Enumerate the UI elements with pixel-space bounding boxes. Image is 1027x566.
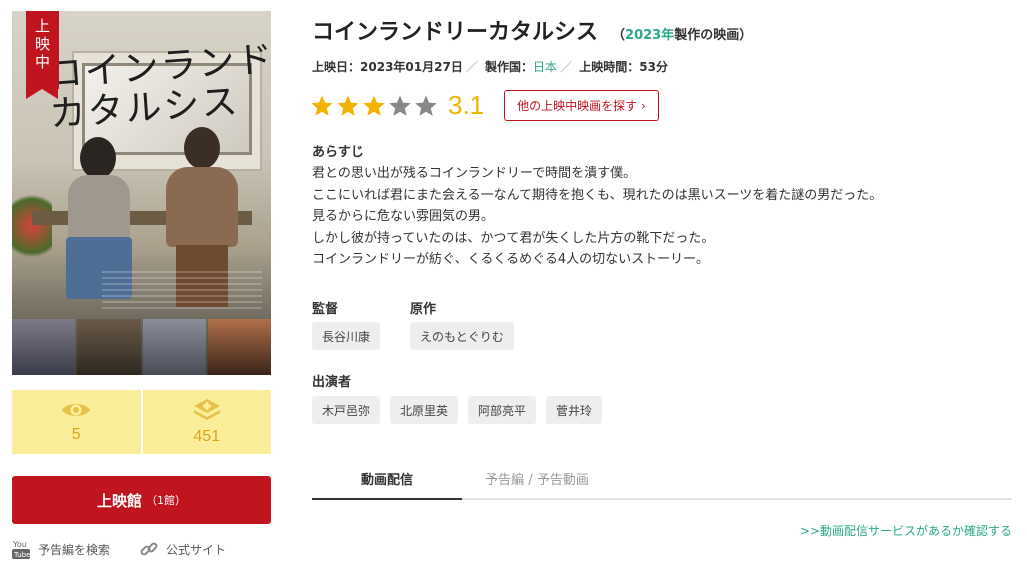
runtime-value: 53分: [639, 60, 668, 74]
star-filled-icon: [363, 95, 385, 116]
synopsis-line: しかし彼が持っていたのは、かつて君が失くした片方の靴下だった。: [312, 230, 715, 246]
theaters-button[interactable]: 上映館 （1館）: [12, 476, 271, 524]
tab-trailer[interactable]: 予告編 / 予告動画: [462, 466, 612, 498]
poster-credits: [102, 271, 262, 311]
movie-meta: 上映日：2023年01月27日／ 製作国：日本／ 上映時間：53分: [312, 58, 668, 75]
add-list-stat[interactable]: 451: [142, 390, 271, 454]
poster-thumbnails: [12, 319, 271, 375]
rating-row: 3.1 他の上映中映画を探す ›: [310, 90, 659, 121]
director-tag[interactable]: 長谷川康: [312, 322, 381, 350]
synopsis-line: コインランドリーが紡ぐ、くるくるめぐる4人の切ないストーリー。: [312, 252, 709, 267]
tab-streaming[interactable]: 動画配信: [312, 466, 462, 500]
original-heading: 原作: [410, 302, 437, 317]
country-label: 製作国：: [485, 60, 534, 74]
views-stat[interactable]: 5: [12, 390, 141, 454]
streaming-service-check-link[interactable]: >>動画配信サービスがあるか確認する: [800, 522, 1012, 539]
trailer-search-label: 予告編を検索: [38, 542, 111, 557]
synopsis-text: 君との思い出が残るコインランドリーで時間を潰す僕。 ここにいれば君にまた会える一…: [312, 163, 882, 271]
synopsis-line: ここにいれば君にまた会える一なんて期待を抱くも、現れたのは黒いスーツを着た謎の男…: [312, 187, 883, 203]
ribbon-char: 映: [34, 35, 50, 53]
country-link[interactable]: 日本: [533, 60, 557, 74]
official-site-label: 公式サイト: [166, 542, 227, 557]
paren-open: （: [612, 28, 626, 43]
production-year-suffix: 製作の映画）: [674, 28, 753, 43]
views-count: 5: [71, 426, 81, 443]
content-tabs: 動画配信 予告編 / 予告動画: [312, 466, 1012, 500]
ribbon-char: 上: [34, 17, 50, 35]
poster-plant: [12, 186, 52, 266]
synopsis-line: 見るからに危ない雰囲気の男。: [312, 209, 495, 224]
add-list-count: 451: [193, 428, 221, 445]
original-tag[interactable]: えのもとぐりむ: [410, 322, 514, 350]
synopsis-line: 君との思い出が残るコインランドリーで時間を潰す僕。: [312, 166, 637, 181]
director-heading: 監督: [312, 302, 339, 317]
poster-thumbnail: [142, 319, 206, 375]
stats-panel: 5 451: [12, 390, 271, 454]
poster-thumbnail: [77, 319, 141, 375]
plus-stack-icon: [193, 399, 220, 420]
star-filled-icon: [311, 95, 333, 116]
cast-tag[interactable]: 阿部亮平: [468, 396, 537, 424]
cast-tag[interactable]: 菅井玲: [546, 396, 603, 424]
separator: ／: [560, 60, 573, 74]
now-showing-ribbon: 上 映 中: [26, 11, 59, 99]
cast-heading: 出演者: [312, 375, 352, 390]
bottom-links: You Tube 予告編を検索 公式サイト: [12, 538, 226, 560]
runtime-label: 上映時間：: [579, 60, 640, 74]
rating-value: 3.1: [448, 90, 485, 120]
synopsis-heading: あらすじ: [312, 145, 364, 160]
ribbon-char: 中: [34, 53, 50, 71]
poster-title-art: コインランドリー カタルシス: [45, 33, 271, 136]
cast-tag[interactable]: 木戸邑弥: [312, 396, 381, 424]
theaters-count: （1館）: [146, 494, 186, 507]
release-date: 2023年01月27日: [360, 60, 463, 74]
youtube-icon: You Tube: [12, 540, 30, 559]
svg-text:Tube: Tube: [13, 551, 30, 559]
separator: ／: [465, 60, 478, 74]
star-filled-icon: [337, 95, 359, 116]
eye-icon: [62, 404, 91, 416]
official-site-link[interactable]: 公式サイト: [140, 538, 226, 560]
release-label: 上映日：: [312, 60, 361, 74]
trailer-search-link[interactable]: You Tube 予告編を検索: [12, 538, 110, 560]
poster-thumbnail: [207, 319, 271, 375]
svg-text:You: You: [12, 540, 27, 549]
cast-tag[interactable]: 北原里英: [390, 396, 459, 424]
rating-stars: [310, 94, 438, 118]
poster-thumbnail: [12, 319, 76, 375]
movie-title: コインランドリーカタルシス: [312, 20, 599, 45]
link-icon: [140, 542, 158, 556]
title-row: コインランドリーカタルシス （2023年製作の映画）: [312, 14, 752, 46]
star-empty-icon: [389, 95, 411, 116]
theaters-button-label: 上映館: [96, 491, 142, 510]
star-empty-icon: [415, 95, 437, 116]
other-movies-button[interactable]: 他の上映中映画を探す ›: [504, 90, 659, 121]
production-year-note: （2023年製作の映画）: [612, 24, 752, 43]
production-year[interactable]: 2023年: [625, 28, 674, 43]
